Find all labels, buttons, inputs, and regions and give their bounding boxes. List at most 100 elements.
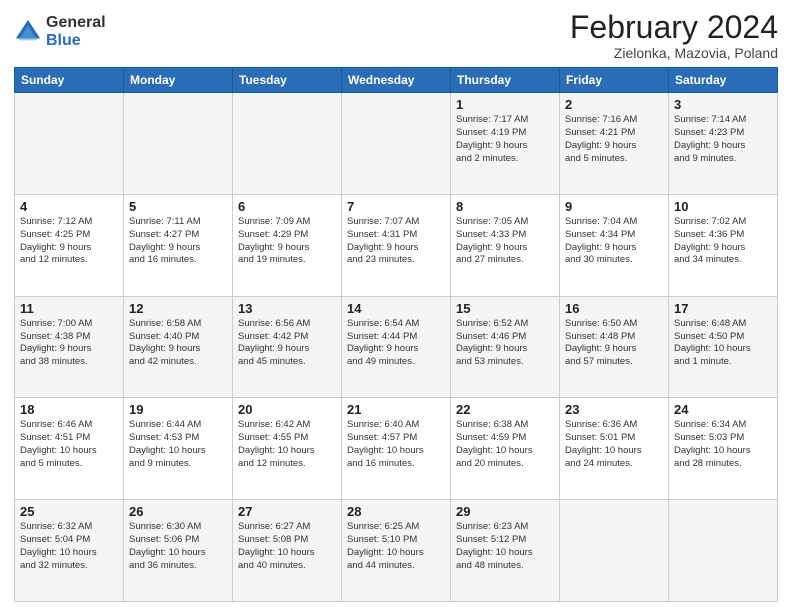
day-number: 14: [347, 301, 445, 316]
col-tuesday: Tuesday: [233, 68, 342, 93]
calendar-cell: 2 Sunrise: 7:16 AM Sunset: 4:21 PM Daylig…: [560, 93, 669, 195]
day-number: 5: [129, 199, 227, 214]
calendar-cell: 14 Sunrise: 6:54 AM Sunset: 4:44 PM Dayli…: [342, 296, 451, 398]
header-row: Sunday Monday Tuesday Wednesday Thursday…: [15, 68, 778, 93]
calendar-cell: 28 Sunrise: 6:25 AM Sunset: 5:10 PM Dayli…: [342, 500, 451, 602]
calendar-week-5: 25Sunrise: 6:32 AM Sunset: 5:04 PM Dayli…: [15, 500, 778, 602]
calendar-body: 1 Sunrise: 7:17 AM Sunset: 4:19 PM Daylig…: [15, 93, 778, 602]
main-title: February 2024: [570, 10, 778, 45]
day-info: Sunrise: 7:14 AM Sunset: 4:23 PM Dayligh…: [674, 114, 772, 165]
day-number: 27: [238, 504, 336, 519]
day-number: 19: [129, 402, 227, 417]
day-number: 8: [456, 199, 554, 214]
day-number: 10: [674, 199, 772, 214]
calendar-cell: 7 Sunrise: 7:07 AM Sunset: 4:31 PM Daylig…: [342, 194, 451, 296]
calendar-week-1: 1 Sunrise: 7:17 AM Sunset: 4:19 PM Daylig…: [15, 93, 778, 195]
day-info: Sunrise: 6:54 AM Sunset: 4:44 PM Dayligh…: [347, 318, 445, 369]
col-wednesday: Wednesday: [342, 68, 451, 93]
calendar-cell: [124, 93, 233, 195]
day-info: Sunrise: 6:40 AM Sunset: 4:57 PM Dayligh…: [347, 419, 445, 470]
logo: General Blue: [14, 14, 106, 49]
calendar-cell: 20 Sunrise: 6:42 AM Sunset: 4:55 PM Dayli…: [233, 398, 342, 500]
col-thursday: Thursday: [451, 68, 560, 93]
calendar-cell: 5Sunrise: 7:11 AM Sunset: 4:27 PM Daylig…: [124, 194, 233, 296]
day-number: 12: [129, 301, 227, 316]
day-info: Sunrise: 6:42 AM Sunset: 4:55 PM Dayligh…: [238, 419, 336, 470]
day-info: Sunrise: 6:38 AM Sunset: 4:59 PM Dayligh…: [456, 419, 554, 470]
day-info: Sunrise: 7:17 AM Sunset: 4:19 PM Dayligh…: [456, 114, 554, 165]
day-number: 16: [565, 301, 663, 316]
calendar-cell: 26Sunrise: 6:30 AM Sunset: 5:06 PM Dayli…: [124, 500, 233, 602]
day-number: 1: [456, 97, 554, 112]
calendar-cell: 11 Sunrise: 7:00 AM Sunset: 4:38 PM Dayli…: [15, 296, 124, 398]
calendar-cell: [669, 500, 778, 602]
calendar-week-4: 18Sunrise: 6:46 AM Sunset: 4:51 PM Dayli…: [15, 398, 778, 500]
calendar-cell: 12 Sunrise: 6:58 AM Sunset: 4:40 PM Dayli…: [124, 296, 233, 398]
day-info: Sunrise: 6:36 AM Sunset: 5:01 PM Dayligh…: [565, 419, 663, 470]
page: General Blue February 2024 Zielonka, Maz…: [0, 0, 792, 612]
calendar-cell: 17Sunrise: 6:48 AM Sunset: 4:50 PM Dayli…: [669, 296, 778, 398]
day-number: 28: [347, 504, 445, 519]
day-info: Sunrise: 6:58 AM Sunset: 4:40 PM Dayligh…: [129, 318, 227, 369]
day-info: Sunrise: 6:23 AM Sunset: 5:12 PM Dayligh…: [456, 521, 554, 572]
day-number: 6: [238, 199, 336, 214]
day-number: 23: [565, 402, 663, 417]
col-monday: Monday: [124, 68, 233, 93]
day-number: 29: [456, 504, 554, 519]
day-info: Sunrise: 7:04 AM Sunset: 4:34 PM Dayligh…: [565, 216, 663, 267]
calendar-cell: 22 Sunrise: 6:38 AM Sunset: 4:59 PM Dayli…: [451, 398, 560, 500]
day-info: Sunrise: 7:12 AM Sunset: 4:25 PM Dayligh…: [20, 216, 118, 267]
day-number: 7: [347, 199, 445, 214]
day-number: 15: [456, 301, 554, 316]
col-friday: Friday: [560, 68, 669, 93]
calendar-cell: 16Sunrise: 6:50 AM Sunset: 4:48 PM Dayli…: [560, 296, 669, 398]
day-number: 20: [238, 402, 336, 417]
logo-text: General Blue: [46, 14, 106, 49]
day-info: Sunrise: 6:52 AM Sunset: 4:46 PM Dayligh…: [456, 318, 554, 369]
calendar-cell: 3 Sunrise: 7:14 AM Sunset: 4:23 PM Daylig…: [669, 93, 778, 195]
calendar-cell: 19 Sunrise: 6:44 AM Sunset: 4:53 PM Dayli…: [124, 398, 233, 500]
day-number: 2: [565, 97, 663, 112]
calendar-table: Sunday Monday Tuesday Wednesday Thursday…: [14, 67, 778, 602]
day-info: Sunrise: 7:16 AM Sunset: 4:21 PM Dayligh…: [565, 114, 663, 165]
calendar-cell: 18Sunrise: 6:46 AM Sunset: 4:51 PM Dayli…: [15, 398, 124, 500]
day-info: Sunrise: 6:46 AM Sunset: 4:51 PM Dayligh…: [20, 419, 118, 470]
header: General Blue February 2024 Zielonka, Maz…: [14, 10, 778, 61]
calendar-cell: 8Sunrise: 7:05 AM Sunset: 4:33 PM Daylig…: [451, 194, 560, 296]
day-number: 9: [565, 199, 663, 214]
subtitle: Zielonka, Mazovia, Poland: [570, 45, 778, 61]
logo-general-text: General: [46, 14, 106, 32]
calendar-cell: [560, 500, 669, 602]
calendar-cell: [342, 93, 451, 195]
calendar-cell: 27 Sunrise: 6:27 AM Sunset: 5:08 PM Dayli…: [233, 500, 342, 602]
day-info: Sunrise: 6:25 AM Sunset: 5:10 PM Dayligh…: [347, 521, 445, 572]
day-info: Sunrise: 7:07 AM Sunset: 4:31 PM Dayligh…: [347, 216, 445, 267]
calendar-cell: 15 Sunrise: 6:52 AM Sunset: 4:46 PM Dayli…: [451, 296, 560, 398]
calendar-cell: 1 Sunrise: 7:17 AM Sunset: 4:19 PM Daylig…: [451, 93, 560, 195]
calendar-cell: 24Sunrise: 6:34 AM Sunset: 5:03 PM Dayli…: [669, 398, 778, 500]
day-info: Sunrise: 6:48 AM Sunset: 4:50 PM Dayligh…: [674, 318, 772, 369]
logo-icon: [14, 18, 42, 46]
calendar-cell: 4Sunrise: 7:12 AM Sunset: 4:25 PM Daylig…: [15, 194, 124, 296]
col-sunday: Sunday: [15, 68, 124, 93]
day-number: 21: [347, 402, 445, 417]
calendar-cell: 23 Sunrise: 6:36 AM Sunset: 5:01 PM Dayli…: [560, 398, 669, 500]
col-saturday: Saturday: [669, 68, 778, 93]
calendar-cell: 29 Sunrise: 6:23 AM Sunset: 5:12 PM Dayli…: [451, 500, 560, 602]
calendar-week-2: 4Sunrise: 7:12 AM Sunset: 4:25 PM Daylig…: [15, 194, 778, 296]
day-number: 25: [20, 504, 118, 519]
day-info: Sunrise: 6:34 AM Sunset: 5:03 PM Dayligh…: [674, 419, 772, 470]
day-number: 22: [456, 402, 554, 417]
day-number: 13: [238, 301, 336, 316]
day-number: 3: [674, 97, 772, 112]
day-info: Sunrise: 6:27 AM Sunset: 5:08 PM Dayligh…: [238, 521, 336, 572]
day-number: 11: [20, 301, 118, 316]
calendar-cell: [15, 93, 124, 195]
calendar-cell: 13Sunrise: 6:56 AM Sunset: 4:42 PM Dayli…: [233, 296, 342, 398]
title-block: February 2024 Zielonka, Mazovia, Poland: [570, 10, 778, 61]
day-info: Sunrise: 6:44 AM Sunset: 4:53 PM Dayligh…: [129, 419, 227, 470]
logo-blue-text: Blue: [46, 32, 106, 50]
day-info: Sunrise: 7:09 AM Sunset: 4:29 PM Dayligh…: [238, 216, 336, 267]
day-info: Sunrise: 7:00 AM Sunset: 4:38 PM Dayligh…: [20, 318, 118, 369]
calendar-week-3: 11 Sunrise: 7:00 AM Sunset: 4:38 PM Dayli…: [15, 296, 778, 398]
